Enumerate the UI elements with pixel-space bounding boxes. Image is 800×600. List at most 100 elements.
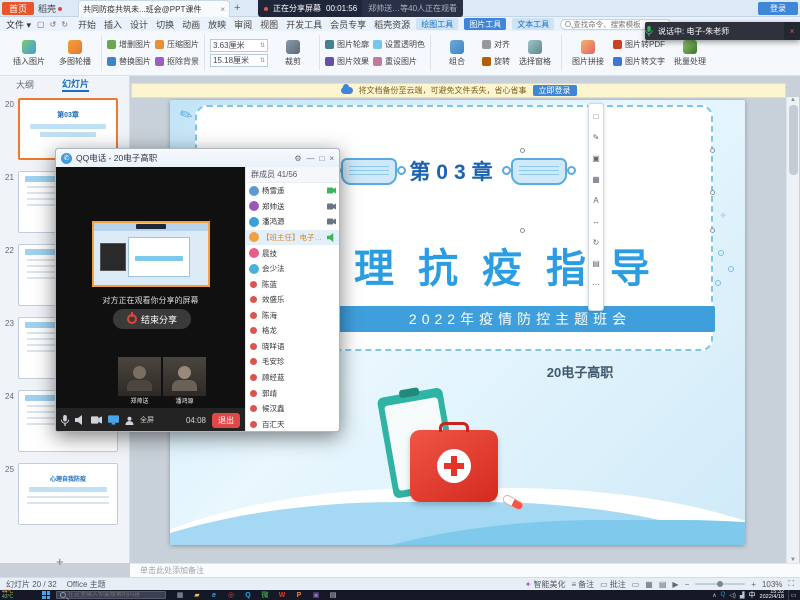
zoom-percent[interactable]: 103% xyxy=(762,580,782,589)
wps-icon[interactable]: W xyxy=(276,590,288,600)
share-viewers-label[interactable]: 郑帅送…等40人正在观看 xyxy=(362,0,463,17)
undo-icon[interactable]: ↺ xyxy=(50,20,57,29)
notes-button[interactable]: ≡ 备注 xyxy=(572,579,595,590)
wechat-icon[interactable]: 微 xyxy=(259,590,271,600)
action-center-icon[interactable]: ▭ xyxy=(788,590,798,600)
add-slide-button[interactable]: + xyxy=(56,554,64,569)
save-icon[interactable]: ▢ xyxy=(37,20,45,29)
member-row[interactable]: 格龙 xyxy=(246,323,339,339)
fit-slide-icon[interactable]: ⛶ xyxy=(788,579,794,589)
login-button[interactable]: 登录 xyxy=(758,2,798,15)
zoom-slider[interactable] xyxy=(695,583,745,585)
camera-icon[interactable] xyxy=(91,416,102,424)
slideshow-icon[interactable]: ▶ xyxy=(672,580,678,589)
text-icon[interactable]: A xyxy=(593,190,598,210)
replace-picture-button[interactable]: 替换图片 xyxy=(107,54,151,69)
remove-background-button[interactable]: 抠除背景 xyxy=(155,54,199,69)
stop-share-button[interactable]: 结束分享 xyxy=(113,309,191,329)
tab-insert[interactable]: 插入 xyxy=(104,18,122,31)
member-row[interactable]: 候汉鑫 xyxy=(246,401,339,417)
member-row[interactable]: 郑帅送 xyxy=(246,199,339,215)
picture-outline-button[interactable]: 图片轮廓 xyxy=(325,37,369,52)
input-method-indicator[interactable]: 中 xyxy=(749,590,756,600)
qq-tray-icon[interactable]: Q xyxy=(721,592,726,598)
picture-stitch-button[interactable]: 图片拼接 xyxy=(565,33,611,73)
align-button[interactable]: 对齐 xyxy=(482,37,510,52)
file-menu[interactable]: 文件 ▾ xyxy=(6,18,31,31)
selection-handle[interactable] xyxy=(520,228,525,233)
slide-banner[interactable]: 2022年疫情防控主题班会 xyxy=(325,306,715,332)
grid-icon[interactable]: ▦ xyxy=(592,169,600,189)
picture-effects-button[interactable]: 图片效果 xyxy=(325,54,369,69)
selection-handle[interactable] xyxy=(710,148,715,153)
swap-icon[interactable]: ↔ xyxy=(592,211,600,231)
member-row[interactable]: 郭靖 xyxy=(246,385,339,401)
normal-view-icon[interactable]: ▭ xyxy=(632,580,640,589)
document-tab[interactable]: 共同防疫共筑未...班会@PPT课件 × xyxy=(78,0,230,17)
mic-icon[interactable] xyxy=(61,415,69,426)
zoom-out-icon[interactable]: − xyxy=(685,580,690,589)
tab-transition[interactable]: 切换 xyxy=(156,18,174,31)
image-viewer-icon[interactable]: ▣ xyxy=(310,590,322,600)
network-icon[interactable]: ▟ xyxy=(740,592,745,599)
spinner-icon[interactable]: ⇅ xyxy=(260,42,265,49)
tab-draw-tools[interactable]: 绘图工具 xyxy=(416,18,458,30)
layout-options-icon[interactable]: □ xyxy=(594,106,599,126)
tab-picture-tools[interactable]: 图片工具 xyxy=(464,18,506,30)
invite-member-icon[interactable] xyxy=(125,416,134,425)
set-transparent-button[interactable]: 设置透明色 xyxy=(373,37,425,52)
home-tab[interactable]: 首页 xyxy=(2,2,34,15)
fullscreen-button[interactable]: 全屏 xyxy=(140,415,154,425)
docer-tab[interactable]: 稻壳 xyxy=(38,2,62,15)
taskbar-search-input[interactable] xyxy=(68,592,162,598)
tab-slideshow[interactable]: 放映 xyxy=(208,18,226,31)
tab-devtools[interactable]: 开发工具 xyxy=(286,18,322,31)
settings-icon[interactable]: ⚙ xyxy=(294,154,301,163)
reset-picture-button[interactable]: 重设图片 xyxy=(373,54,425,69)
member-row[interactable]: 陈海 xyxy=(246,307,339,323)
slide-author[interactable]: 20电子高职 xyxy=(490,362,670,381)
style-icon[interactable]: ▣ xyxy=(592,148,600,168)
member-video[interactable]: 郑帅送 xyxy=(118,357,161,405)
reading-view-icon[interactable]: ▤ xyxy=(659,580,667,589)
compress-picture-button[interactable]: 压缩图片 xyxy=(155,37,199,52)
member-row[interactable]: 杨雪遥 xyxy=(246,183,339,199)
tab-review[interactable]: 审阅 xyxy=(234,18,252,31)
spinner-icon[interactable]: ⇅ xyxy=(260,57,265,64)
tab-docer-resource[interactable]: 稻壳资源 xyxy=(374,18,410,31)
member-list-header[interactable]: 群成员 41/56 xyxy=(246,167,339,183)
maximize-icon[interactable]: □ xyxy=(319,154,324,163)
tray-expand-icon[interactable]: ∧ xyxy=(712,592,716,599)
clock[interactable]: 15:32 2022/4/18 xyxy=(760,590,784,600)
member-row[interactable]: 陈蓝 xyxy=(246,276,339,292)
add-remove-picture-button[interactable]: 增删图片 xyxy=(107,37,151,52)
tab-animation[interactable]: 动画 xyxy=(182,18,200,31)
width-field[interactable]: 15.18厘米⇅ xyxy=(210,54,268,67)
tab-outline[interactable]: 大纲 xyxy=(16,76,34,92)
multi-picture-button[interactable]: 多图轮播 xyxy=(52,33,98,73)
scrollbar-thumb[interactable] xyxy=(789,105,798,175)
member-row[interactable]: 百汇天 xyxy=(246,416,339,432)
qq-call-window[interactable]: ✆ QQ电话 - 20电子高职 ⚙ — □ × 对方正在观看你分享的屏幕 结束分… xyxy=(55,148,340,432)
scroll-up-icon[interactable]: ▲ xyxy=(790,97,796,103)
slide-thumbnail[interactable]: 心理自我防疫 xyxy=(18,463,118,525)
tab-slides[interactable]: 幻灯片 xyxy=(62,76,89,92)
group-button[interactable]: 组合 xyxy=(434,33,480,73)
new-tab-button[interactable]: + xyxy=(234,2,240,14)
tab-text-tools[interactable]: 文本工具 xyxy=(512,18,554,30)
start-button[interactable] xyxy=(42,591,50,599)
task-view-icon[interactable]: ▦ xyxy=(174,590,186,600)
tab-view[interactable]: 视图 xyxy=(260,18,278,31)
share-screen-icon[interactable] xyxy=(108,415,119,425)
rotate-icon[interactable]: ↻ xyxy=(593,232,600,252)
tab-design[interactable]: 设计 xyxy=(130,18,148,31)
minimize-icon[interactable]: — xyxy=(306,154,314,163)
member-video[interactable]: 潘鸿源 xyxy=(163,357,206,405)
redo-icon[interactable]: ↻ xyxy=(61,20,68,29)
insert-picture-button[interactable]: 插入图片 xyxy=(6,33,52,73)
edge-icon[interactable]: e xyxy=(208,590,220,600)
height-field[interactable]: 3.63厘米⇅ xyxy=(210,39,268,52)
member-row[interactable]: 潘鸿源 xyxy=(246,214,339,230)
member-row[interactable]: 晓咩语 xyxy=(246,339,339,355)
member-row[interactable]: 晨技 xyxy=(246,245,339,261)
